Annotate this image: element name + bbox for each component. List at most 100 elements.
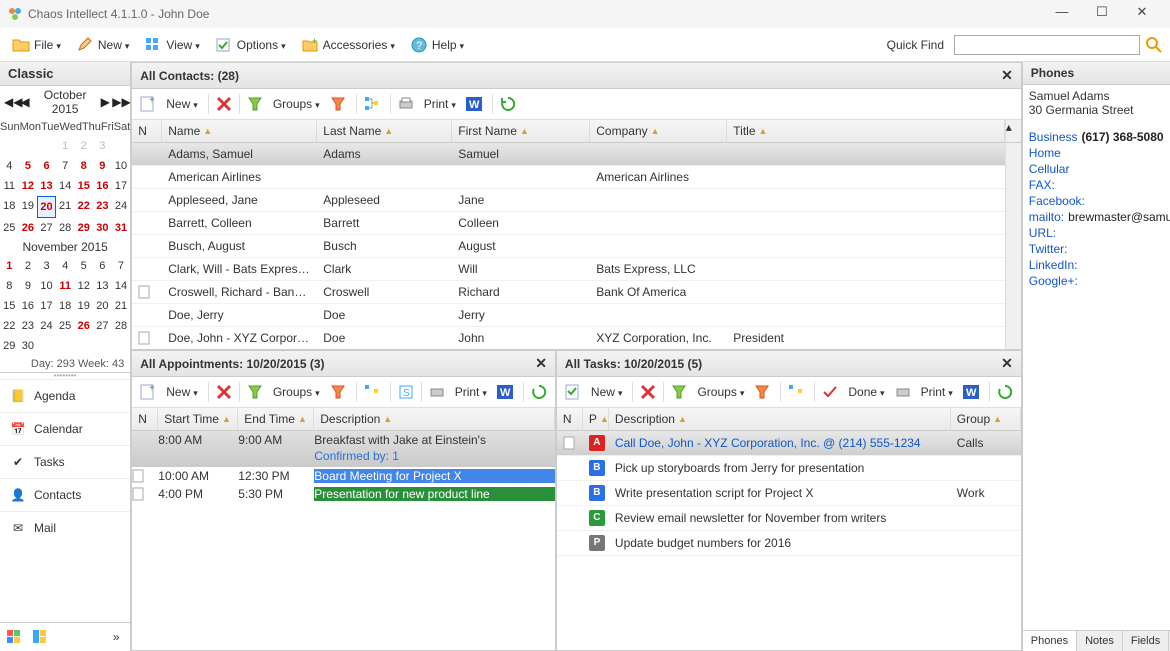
phone-field[interactable]: Google+: [1023, 273, 1170, 289]
calendar-day[interactable]: 4 [0, 156, 19, 176]
calendar-day[interactable]: 2 [19, 256, 38, 276]
col-company[interactable]: Company ▲ [590, 120, 727, 142]
print-button[interactable]: Print [419, 93, 461, 115]
task-row[interactable]: PUpdate budget numbers for 2016 [557, 531, 1021, 556]
done-button[interactable]: Done [843, 381, 889, 403]
col-group[interactable]: Group ▲ [951, 408, 1021, 430]
phone-field[interactable]: Twitter: [1023, 241, 1170, 257]
calendar-day[interactable]: 2 [74, 136, 93, 156]
calendar-day[interactable]: 26 [19, 218, 38, 238]
phone-field[interactable]: LinkedIn: [1023, 257, 1170, 273]
calendar-day[interactable]: 19 [74, 296, 93, 316]
scrollbar[interactable] [1005, 143, 1021, 349]
calendar-day[interactable]: 23 [93, 196, 112, 218]
printer-icon[interactable] [396, 94, 416, 114]
calendar-day[interactable]: 27 [37, 218, 56, 238]
contact-row[interactable]: Barrett, ColleenBarrettColleen [132, 212, 1005, 235]
word-icon[interactable]: W [961, 382, 981, 402]
phone-field[interactable]: URL: [1023, 225, 1170, 241]
calendar-day[interactable]: 22 [74, 196, 93, 218]
contact-row[interactable]: American AirlinesAmerican Airlines [132, 166, 1005, 189]
col-title[interactable]: Title ▲ [727, 120, 1005, 142]
col-n[interactable]: N [132, 120, 162, 142]
accessories-menu[interactable]: + Accessories [295, 31, 400, 59]
col-first[interactable]: First Name ▲ [452, 120, 590, 142]
appt-row[interactable]: 4:00 PM5:30 PMPresentation for new produ… [132, 485, 555, 503]
calendar-day[interactable]: 5 [19, 156, 38, 176]
new-button[interactable]: New [586, 381, 628, 403]
calendar-day[interactable]: 9 [93, 156, 112, 176]
appt-row[interactable]: 8:00 AM9:00 AMBreakfast with Jake at Ein… [132, 431, 555, 467]
calendar-day[interactable]: 29 [74, 218, 93, 238]
phone-field[interactable]: mailto: brewmaster@samueladams.c... [1023, 209, 1170, 225]
calendar-day[interactable] [19, 136, 38, 156]
tab-phones[interactable]: Phones [1023, 631, 1077, 651]
calendar-day[interactable] [112, 136, 131, 156]
calendar-day[interactable] [37, 136, 56, 156]
tab-fields[interactable]: Fields [1123, 631, 1169, 651]
calendar-day[interactable]: 30 [19, 336, 38, 356]
tree-icon[interactable] [362, 382, 382, 402]
calendar-day[interactable]: 1 [56, 136, 75, 156]
calendar-day[interactable]: 13 [93, 276, 112, 296]
expand-icon[interactable]: » [106, 627, 126, 647]
toggle-icon[interactable]: S [396, 382, 416, 402]
calendar-day[interactable]: 24 [112, 196, 131, 218]
sidebar-item-tasks[interactable]: ✔Tasks [0, 445, 130, 478]
print-button[interactable]: Print [916, 381, 958, 403]
phone-field[interactable]: Home [1023, 145, 1170, 161]
col-desc[interactable]: Description ▲ [314, 408, 555, 430]
refresh-icon[interactable] [498, 94, 518, 114]
appts-close-icon[interactable]: ✕ [535, 355, 547, 372]
delete-icon[interactable] [638, 382, 658, 402]
calendar-day[interactable]: 15 [74, 176, 93, 196]
calendar-day[interactable]: 11 [56, 276, 75, 296]
new-contact-icon[interactable]: + [138, 94, 158, 114]
calendar-day[interactable]: 22 [0, 316, 19, 336]
cal-next[interactable]: ▶ [98, 95, 112, 109]
cal-month-1[interactable]: October 2015 [32, 88, 98, 116]
quickfind-input[interactable] [954, 35, 1140, 55]
refresh-icon[interactable] [995, 382, 1015, 402]
calendar-day[interactable]: 25 [56, 316, 75, 336]
calendar-day[interactable]: 29 [0, 336, 19, 356]
calendar-day[interactable]: 26 [74, 316, 93, 336]
calendar-day[interactable]: 18 [56, 296, 75, 316]
calendar-day[interactable]: 8 [74, 156, 93, 176]
delete-icon[interactable] [214, 382, 234, 402]
sidebar-item-mail[interactable]: ✉Mail [0, 511, 130, 544]
calendar-day[interactable]: 1 [0, 256, 19, 276]
calendar-day[interactable]: 9 [19, 276, 38, 296]
calendar-day[interactable] [0, 136, 19, 156]
cal-prev[interactable]: ◀ [18, 95, 32, 109]
contacts-close-icon[interactable]: ✕ [1001, 67, 1013, 84]
calendar-day[interactable]: 3 [93, 136, 112, 156]
funnel-icon[interactable] [245, 382, 265, 402]
calendar-day[interactable] [112, 336, 131, 356]
search-icon[interactable] [1144, 35, 1164, 55]
calendar-day[interactable]: 7 [56, 156, 75, 176]
calendar-day[interactable] [37, 336, 56, 356]
maximize-button[interactable]: ☐ [1082, 4, 1122, 24]
phone-field[interactable]: Business (617) 368-5080 [1023, 129, 1170, 145]
calendar-day[interactable]: 17 [37, 296, 56, 316]
printer-icon[interactable] [893, 382, 913, 402]
funnel-icon[interactable] [245, 94, 265, 114]
calendar-day[interactable]: 6 [93, 256, 112, 276]
calendar-day[interactable]: 15 [0, 296, 19, 316]
contact-row[interactable]: Doe, JerryDoeJerry [132, 304, 1005, 327]
contact-row[interactable]: Croswell, Richard - Bank Of A...Croswell… [132, 281, 1005, 304]
calendar-day[interactable]: 10 [112, 156, 131, 176]
print-button[interactable]: Print [450, 381, 492, 403]
new-button[interactable]: New [161, 93, 203, 115]
col-p[interactable]: P ▲ [583, 408, 609, 430]
help-menu[interactable]: ? Help [404, 31, 469, 59]
cal-prev-far[interactable]: ◀◀ [4, 95, 18, 109]
tasks-close-icon[interactable]: ✕ [1001, 355, 1013, 372]
calendar-day[interactable]: 31 [112, 218, 131, 238]
calendar-day[interactable]: 7 [112, 256, 131, 276]
minimize-button[interactable]: — [1042, 4, 1082, 24]
cal-month-2[interactable]: November 2015 [0, 238, 130, 256]
calendar-day[interactable]: 28 [112, 316, 131, 336]
groups-button[interactable]: Groups [268, 381, 325, 403]
